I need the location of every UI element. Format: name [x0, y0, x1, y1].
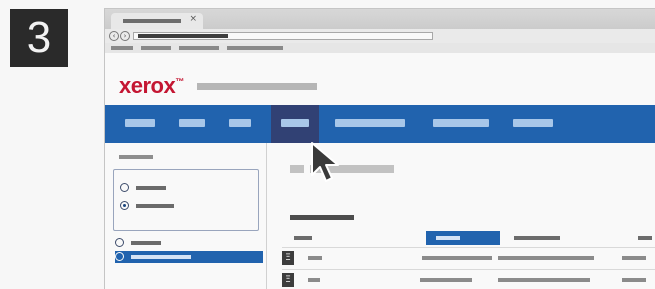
sidebar-item-label-placeholder	[131, 241, 161, 245]
table-row[interactable]: Ξ	[282, 249, 655, 267]
cell-placeholder	[622, 278, 646, 282]
tab-close-icon[interactable]: ×	[189, 14, 197, 24]
cell-placeholder	[420, 278, 472, 282]
radio-label-placeholder	[136, 186, 166, 190]
browser-tab[interactable]: ×	[111, 13, 203, 29]
sidebar-heading	[119, 155, 153, 159]
forward-icon[interactable]: ›	[120, 31, 130, 41]
xerox-logo: xerox™	[119, 73, 184, 98]
url-text-placeholder	[138, 34, 228, 38]
step-number-badge: 3	[10, 9, 68, 67]
cell-placeholder	[622, 256, 646, 260]
browser-tab-bar: ×	[105, 9, 655, 29]
radio-button[interactable]	[115, 252, 124, 261]
column-header[interactable]	[514, 231, 584, 245]
column-header-active[interactable]	[426, 231, 500, 245]
url-field[interactable]	[133, 32, 433, 40]
back-icon[interactable]: ‹	[109, 31, 119, 41]
nav-item[interactable]	[513, 119, 553, 127]
document-icon: Ξ	[282, 251, 294, 265]
radio-button-checked[interactable]	[120, 201, 129, 210]
bookmark-item[interactable]	[179, 46, 219, 50]
cell-placeholder	[308, 256, 322, 260]
cell-placeholder	[498, 278, 590, 282]
radio-option-selected[interactable]	[120, 200, 220, 212]
bookmarks-bar	[105, 43, 655, 53]
table-row[interactable]: Ξ	[282, 271, 655, 289]
column-header[interactable]	[290, 231, 360, 245]
sidebar-item-selected[interactable]	[115, 251, 263, 263]
sidebar-item[interactable]	[115, 237, 263, 249]
nav-item[interactable]	[229, 119, 251, 127]
left-sidebar	[105, 143, 267, 289]
app-title-placeholder	[197, 83, 317, 90]
radio-button[interactable]	[115, 238, 124, 247]
mouse-pointer-icon	[311, 142, 339, 182]
row-divider	[282, 247, 655, 248]
radio-label-placeholder	[136, 204, 174, 208]
bookmark-item[interactable]	[111, 46, 133, 50]
cell-placeholder	[422, 256, 492, 260]
bookmark-item[interactable]	[227, 46, 283, 50]
row-divider	[282, 269, 655, 270]
screenshot-frame: × ‹ › xerox™ Ξ Ξ	[104, 8, 655, 289]
column-header[interactable]	[638, 231, 655, 245]
tab-title-placeholder	[123, 19, 181, 23]
nav-item[interactable]	[433, 119, 489, 127]
nav-item[interactable]	[125, 119, 155, 127]
nav-item-active-label	[281, 119, 309, 127]
app-header: xerox™	[105, 53, 655, 105]
column-header-placeholder	[638, 236, 652, 240]
section-title-placeholder	[290, 215, 354, 220]
sidebar-item-label-placeholder	[131, 255, 191, 259]
column-header-placeholder	[294, 236, 312, 240]
column-header-placeholder	[514, 236, 560, 240]
filter-options-box	[113, 169, 259, 231]
browser-address-bar: ‹ ›	[105, 29, 655, 43]
cell-placeholder	[498, 256, 594, 260]
nav-item[interactable]	[179, 119, 205, 127]
radio-button[interactable]	[120, 183, 129, 192]
column-header-placeholder	[436, 236, 460, 240]
radio-option[interactable]	[120, 182, 220, 194]
bookmark-item[interactable]	[141, 46, 171, 50]
top-navigation	[105, 105, 655, 143]
document-icon: Ξ	[282, 273, 294, 287]
cell-placeholder	[308, 278, 320, 282]
breadcrumb-icon-placeholder	[290, 165, 304, 173]
nav-item[interactable]	[335, 119, 405, 127]
